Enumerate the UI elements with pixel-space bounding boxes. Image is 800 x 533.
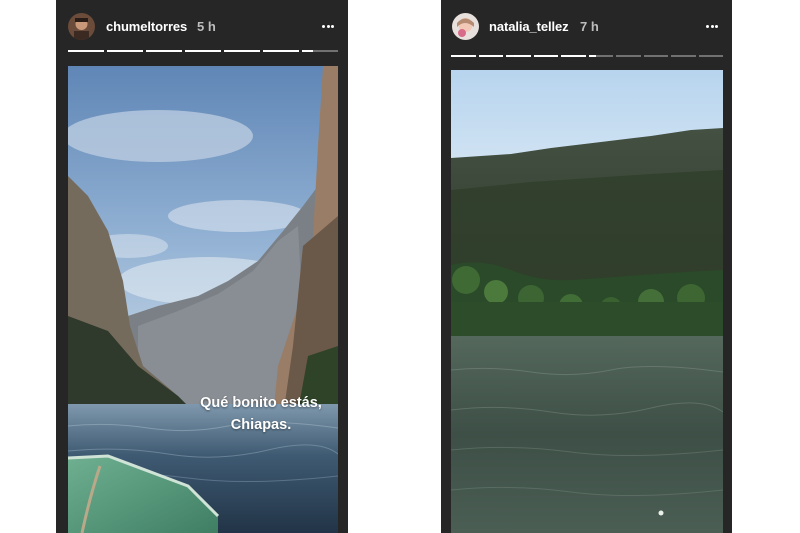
- more-horizontal-icon[interactable]: [322, 25, 334, 28]
- progress-segment: [146, 50, 182, 52]
- user-avatar[interactable]: [452, 13, 479, 40]
- progress-segment: [68, 50, 104, 52]
- progress-segment: [671, 55, 696, 57]
- progress-segment: [478, 55, 503, 57]
- story-image-canyon: [68, 66, 338, 533]
- progress-segment-fill: [561, 55, 586, 57]
- progress-segment-fill: [224, 50, 260, 52]
- story-panel-chumeltorres[interactable]: chumeltorres 5 h Qué bonito estás, Chiap…: [56, 0, 348, 533]
- progress-segment-fill: [185, 50, 221, 52]
- post-time: 5 h: [197, 19, 216, 34]
- progress-segment-fill: [506, 55, 531, 57]
- progress-segment: [107, 50, 143, 52]
- story-header: chumeltorres 5 h: [56, 10, 348, 44]
- progress-segment-fill: [588, 55, 596, 57]
- progress-segment-fill: [451, 55, 476, 57]
- username[interactable]: natalia_tellez: [489, 19, 569, 34]
- progress-segment: [302, 50, 338, 52]
- story-header: natalia_tellez 7 h: [441, 10, 732, 44]
- progress-segment: [224, 50, 260, 52]
- username[interactable]: chumeltorres: [106, 19, 187, 34]
- progress-segment: [185, 50, 221, 52]
- post-time: 7 h: [580, 19, 599, 34]
- story-image-river: [451, 70, 723, 533]
- story-caption: Qué bonito estás, Chiapas.: [186, 392, 336, 436]
- caption-line: Qué bonito estás,: [200, 395, 322, 411]
- story-progress-bar: [451, 55, 723, 57]
- story-progress-bar: [68, 50, 338, 52]
- user-avatar[interactable]: [68, 13, 95, 40]
- progress-segment-fill: [533, 55, 558, 57]
- progress-segment: [506, 55, 531, 57]
- progress-segment: [616, 55, 641, 57]
- progress-segment: [263, 50, 299, 52]
- progress-segment: [451, 55, 476, 57]
- progress-segment: [588, 55, 613, 57]
- more-horizontal-icon[interactable]: [706, 25, 718, 28]
- caption-line: Chiapas.: [230, 417, 292, 433]
- progress-segment-fill: [302, 50, 313, 52]
- progress-segment: [561, 55, 586, 57]
- progress-segment-fill: [107, 50, 143, 52]
- progress-segment-fill: [68, 50, 104, 52]
- progress-segment-fill: [263, 50, 299, 52]
- progress-segment: [643, 55, 668, 57]
- progress-segment-fill: [478, 55, 503, 57]
- story-panel-natalia-tellez[interactable]: natalia_tellez 7 h: [441, 0, 732, 533]
- progress-segment: [533, 55, 558, 57]
- progress-segment: [698, 55, 723, 57]
- progress-segment-fill: [146, 50, 182, 52]
